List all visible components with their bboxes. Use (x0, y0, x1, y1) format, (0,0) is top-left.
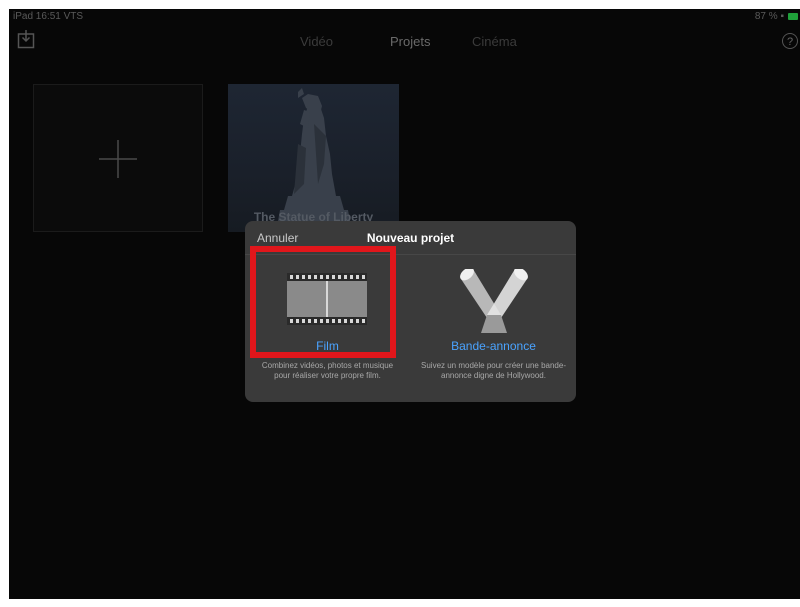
import-icon[interactable] (17, 29, 35, 49)
plus-icon (99, 140, 137, 178)
tab-projects[interactable]: Projets (390, 34, 430, 49)
film-description: Combinez vidéos, photos et musique pour … (261, 361, 394, 380)
status-bar: iPad 16:51 VTS 87 % ▪ (9, 9, 800, 25)
trailer-label: Bande-annonce (451, 339, 536, 353)
film-option[interactable]: Film Combinez vidéos, photos et musique … (245, 255, 410, 402)
tab-cinema[interactable]: Cinéma (472, 34, 517, 49)
help-glyph: ? (786, 36, 794, 48)
new-project-tile[interactable] (33, 84, 203, 232)
project-thumbnail[interactable]: The Statue of Liberty (228, 84, 399, 232)
dialog-header: Nouveau projet Annuler (245, 221, 576, 251)
film-label: Film (316, 339, 339, 353)
help-icon[interactable]: ? (782, 33, 798, 49)
cancel-button[interactable]: Annuler (257, 231, 298, 245)
tab-video[interactable]: Vidéo (300, 34, 333, 49)
film-icon (287, 273, 367, 325)
new-project-dialog: Nouveau projet Annuler Film Combinez vid… (245, 221, 576, 402)
status-left-text: iPad 16:51 VTS (13, 11, 84, 22)
trailer-spotlights-icon (460, 269, 528, 333)
status-right-text: 87 % ▪ (754, 11, 784, 22)
trailer-description: Suivez un modèle pour créer une bande-an… (421, 361, 566, 380)
battery-icon (788, 13, 798, 20)
trailer-option[interactable]: Bande-annonce Suivez un modèle pour crée… (411, 255, 576, 402)
imovie-screen: iPad 16:51 VTS 87 % ▪ Vidéo Projets Ciné… (9, 9, 800, 599)
